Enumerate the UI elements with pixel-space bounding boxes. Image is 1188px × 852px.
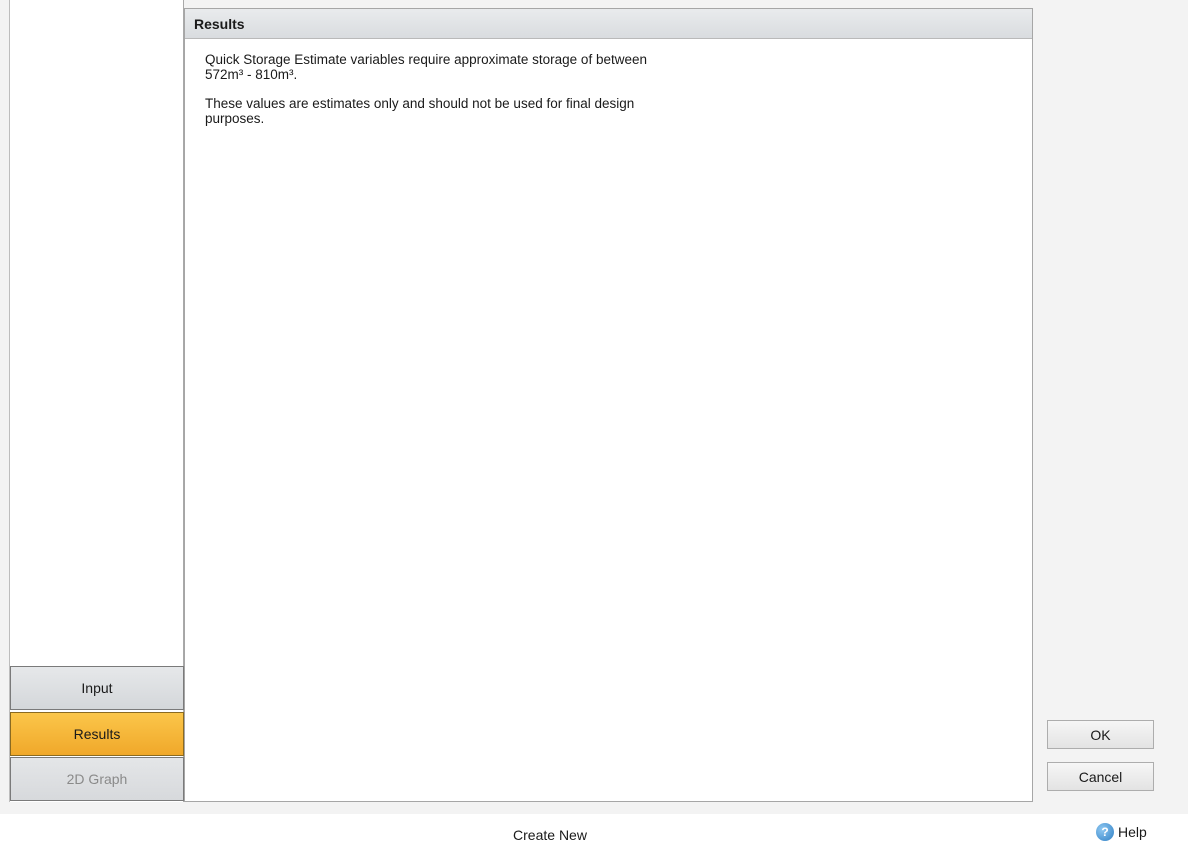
results-panel: Results Quick Storage Estimate variables… [184,8,1033,802]
nav-column: Input Results 2D Graph [9,0,184,802]
help-link[interactable]: ? Help [1096,823,1147,841]
cancel-button-label: Cancel [1078,768,1123,785]
ok-button[interactable]: OK [1047,720,1154,749]
nav-2d-graph-label: 2D Graph [66,771,128,787]
help-icon: ? [1096,823,1114,841]
help-label: Help [1118,824,1147,840]
cancel-button[interactable]: Cancel [1047,762,1154,791]
ok-button-label: OK [1090,726,1111,743]
dialog-window: Input Results 2D Graph Results Quick Sto… [0,0,1188,852]
nav-input-label: Input [81,680,113,696]
nav-results-label: Results [73,726,121,742]
create-new-link[interactable]: Create New [490,827,610,843]
nav-input-button[interactable]: Input [10,666,184,710]
storage-estimate-text: Quick Storage Estimate variables require… [205,52,647,82]
bottom-bar: Create New ? Help [0,814,1188,852]
nav-results-button[interactable]: Results [10,712,184,756]
panel-title: Results [185,9,1032,39]
disclaimer-text: These values are estimates only and shou… [205,96,635,126]
panel-body: Quick Storage Estimate variables require… [185,39,675,126]
nav-2d-graph-button[interactable]: 2D Graph [10,757,184,801]
